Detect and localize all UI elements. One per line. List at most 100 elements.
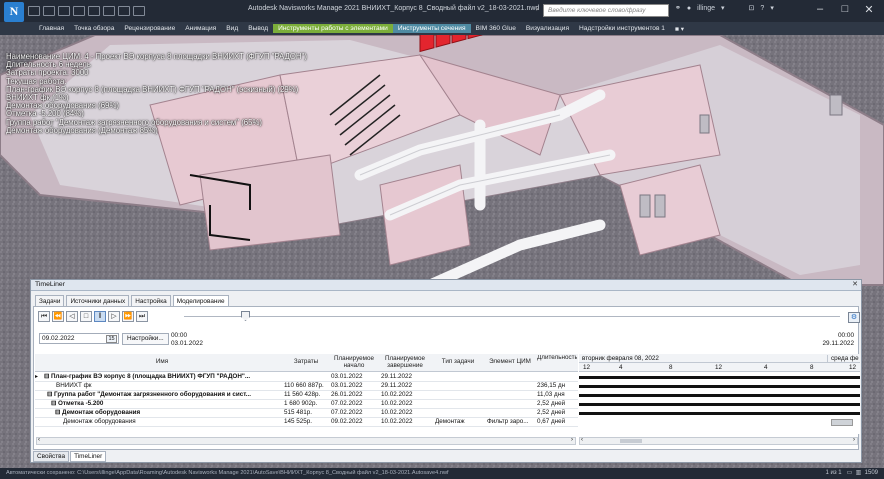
calendar-icon[interactable]: 15 — [106, 335, 117, 343]
col-header-name[interactable]: Имя — [43, 358, 281, 366]
grid-horizontal-scrollbar[interactable]: ‹ › — [36, 437, 576, 445]
timeline-slider-track[interactable] — [184, 316, 840, 317]
task-end: 10.02.2022 — [381, 400, 413, 407]
table-row[interactable]: ▸ ⊟ План-график ВЭ корпус 8 (площадка ВН… — [35, 373, 578, 382]
print-icon[interactable] — [73, 6, 85, 16]
tab-home[interactable]: Главная — [34, 24, 69, 33]
gantt-hour: 4 — [764, 364, 768, 371]
close-button[interactable]: ✕ — [860, 3, 878, 16]
rewind-icon[interactable]: ⏮ — [38, 311, 50, 322]
col-header-cost[interactable]: Затраты — [283, 358, 329, 366]
task-start: 07.02.2022 — [331, 400, 363, 407]
task-model-element: Фильтр заро... — [487, 418, 529, 425]
tab-tool-addins[interactable]: Надстройки инструментов 1 — [574, 24, 670, 33]
col-header-model-element[interactable]: Элемент ЦИМ — [485, 358, 535, 366]
app-logo[interactable]: N — [4, 1, 24, 22]
tab-output[interactable]: Вывод — [243, 24, 273, 33]
pause-icon[interactable]: ‖ — [94, 311, 106, 322]
task-start: 03.01.2022 — [331, 373, 363, 380]
table-row[interactable]: ВНИИХТ фк 110 660 887р. 03.01.2022 29.11… — [35, 382, 578, 391]
ribbon-options-icon[interactable]: ■ ▾ — [670, 24, 689, 34]
select-icon[interactable] — [118, 6, 130, 16]
task-start: 03.01.2022 — [331, 382, 363, 389]
gantt-horizontal-scrollbar[interactable]: ‹ › — [579, 437, 858, 445]
scroll-right-icon[interactable]: › — [571, 437, 573, 443]
tab-animation[interactable]: Анимация — [180, 24, 221, 33]
timeline-slider-thumb[interactable] — [241, 311, 250, 321]
table-row[interactable]: ⊟ Отметка -5.200 1 680 902р. 07.02.2022 … — [35, 400, 578, 409]
tab-bim360-glue[interactable]: BIM 360 Glue — [471, 24, 521, 33]
undo-icon[interactable] — [88, 6, 100, 16]
timeliner-panel: TimeLiner ✕ Задачи Источники данных Наст… — [30, 279, 862, 463]
gantt-hour-header: 12 4 8 12 4 8 12 — [579, 363, 860, 372]
gantt-bar[interactable] — [579, 412, 860, 415]
scroll-left-icon[interactable]: ‹ — [38, 437, 40, 443]
gantt-bar[interactable] — [579, 394, 860, 397]
stop-icon[interactable]: □ — [80, 311, 92, 322]
task-start: 09.02.2022 — [331, 418, 363, 425]
table-row[interactable]: Демонтаж оборудования 145 525р. 09.02.20… — [35, 418, 578, 427]
scroll-left-icon[interactable]: ‹ — [581, 437, 583, 443]
col-header-planned-start[interactable]: Планируемое начало — [331, 355, 377, 370]
tab-visualization[interactable]: Визуализация — [521, 24, 574, 33]
autosave-status: Автоматически сохранено: C:\Users\illing… — [6, 470, 449, 476]
table-row[interactable]: ⊟ Группа работ "Демонтаж загрязненного о… — [35, 391, 578, 400]
chevron-down-icon[interactable]: ▾ — [770, 4, 774, 12]
col-header-planned-end[interactable]: Планируемое завершение — [379, 355, 431, 370]
end-time: 00:00 — [838, 332, 854, 339]
gantt-bar[interactable] — [579, 376, 860, 379]
table-row[interactable]: ⊟ Демонтаж оборудования 515 481р. 07.02.… — [35, 409, 578, 418]
step-forward-icon[interactable]: ⏩ — [122, 311, 134, 322]
chevron-down-icon[interactable]: ▾ — [721, 4, 725, 12]
close-icon[interactable]: ✕ — [852, 280, 858, 288]
col-header-task-type[interactable]: Тип задачи — [433, 358, 483, 366]
cart-icon[interactable]: ⊡ — [749, 4, 755, 12]
page-indicator: 1 из 1 — [825, 470, 842, 476]
maximize-button[interactable]: □ — [836, 3, 854, 15]
tab-item-tools[interactable]: Инструменты работы с элементами — [273, 24, 393, 33]
minimize-button[interactable]: – — [811, 3, 829, 15]
gantt-bar[interactable] — [579, 385, 860, 388]
settings-button[interactable]: Настройки... — [122, 333, 169, 345]
task-cost: 145 525р. — [284, 418, 313, 425]
user-name[interactable]: illinge — [697, 5, 715, 12]
performance-icon[interactable]: ▥ — [856, 470, 862, 476]
task-duration: 2,52 дней — [537, 400, 566, 407]
search-expand-icon[interactable]: › — [536, 6, 538, 13]
gantt-chart[interactable]: вторник февраля 08, 2022 среда фе 12 4 8… — [579, 354, 860, 434]
gantt-bar-active[interactable] — [831, 419, 853, 426]
scroll-thumb[interactable] — [620, 439, 642, 443]
tab-viewpoint[interactable]: Точка обзора — [69, 24, 119, 33]
qat-menu-icon[interactable] — [133, 6, 145, 16]
step-back-icon[interactable]: ⏪ — [52, 311, 64, 322]
panel-bottom-tabs: Свойства TimeLiner — [33, 451, 107, 462]
user-icon[interactable]: ● — [687, 5, 691, 12]
task-duration: 0,67 дней — [537, 418, 566, 425]
tab-review[interactable]: Рецензирование — [119, 24, 180, 33]
fast-forward-icon[interactable]: ⏭ — [136, 311, 148, 322]
quick-access-toolbar — [28, 6, 145, 16]
open-file-icon[interactable] — [43, 6, 55, 16]
tab-timeliner[interactable]: TimeLiner — [70, 451, 107, 462]
sheet-browser-icon[interactable]: ▭ — [847, 470, 853, 476]
task-end: 29.11.2022 — [381, 382, 413, 389]
save-icon[interactable] — [58, 6, 70, 16]
gantt-date-header: вторник февраля 08, 2022 среда фе — [579, 354, 860, 363]
help-icon[interactable]: ? — [760, 5, 764, 12]
gantt-date-label-next: среда фе — [827, 355, 859, 362]
tab-view[interactable]: Вид — [221, 24, 243, 33]
title-bar: N Autodesk Navisworks Manage 2021 ВНИИХТ… — [0, 0, 884, 22]
tab-properties[interactable]: Свойства — [33, 451, 70, 462]
search-input[interactable]: Введите ключевое слово/фразу — [543, 4, 669, 17]
export-settings-icon[interactable]: ⚙ — [848, 312, 860, 323]
tab-sectioning-tools[interactable]: Инструменты сечения — [392, 24, 471, 33]
play-icon[interactable]: ▷ — [108, 311, 120, 322]
scroll-right-icon[interactable]: › — [853, 437, 855, 443]
task-name: Демонтаж оборудования — [63, 418, 136, 425]
new-file-icon[interactable] — [28, 6, 40, 16]
binoculars-icon[interactable]: ⚭ — [675, 4, 681, 12]
redo-icon[interactable] — [103, 6, 115, 16]
play-reverse-icon[interactable]: ◁ — [66, 311, 78, 322]
col-header-duration[interactable]: Длительность — [537, 355, 577, 362]
gantt-bar[interactable] — [579, 403, 860, 406]
